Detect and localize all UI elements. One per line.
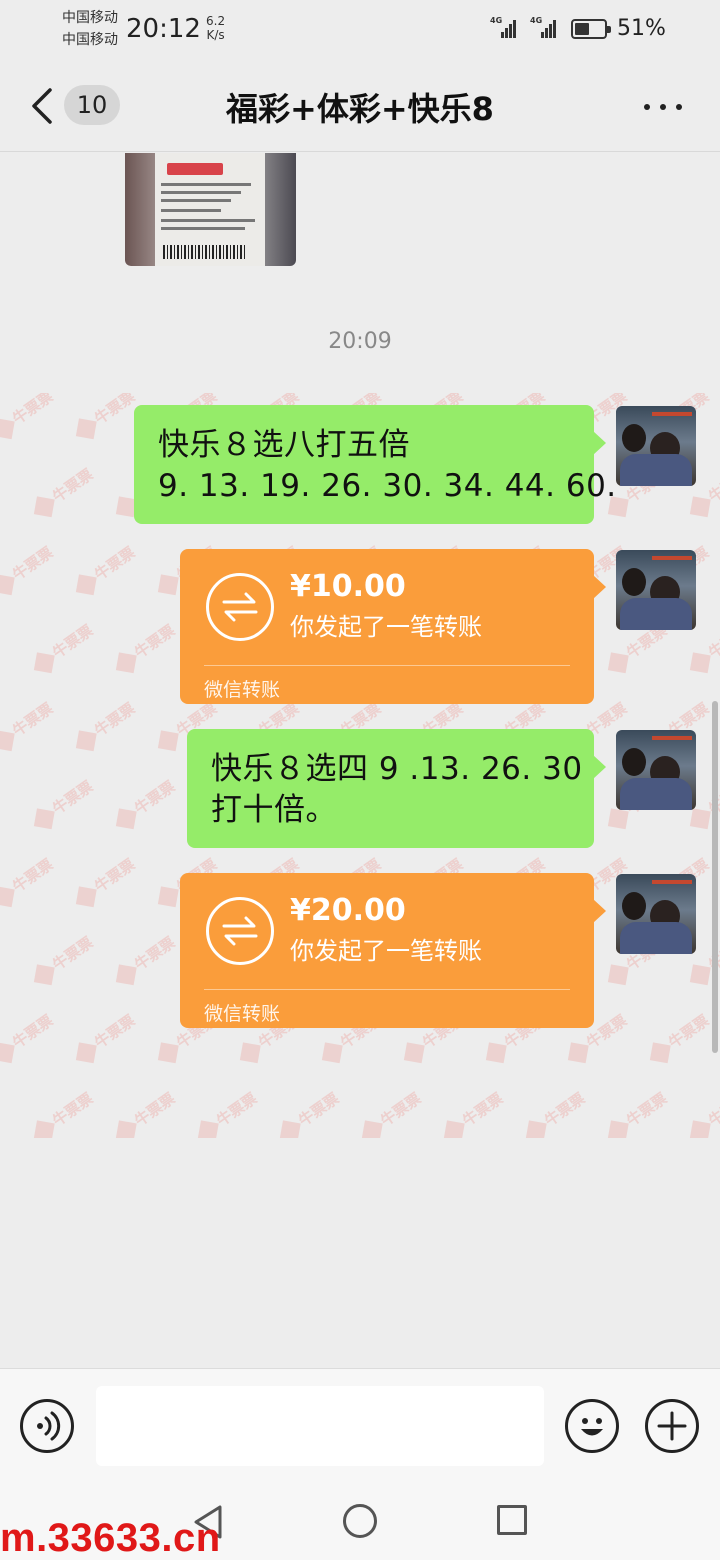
transfer-amount: ¥10.00 xyxy=(290,569,406,604)
avatar[interactable] xyxy=(616,550,696,630)
watermark-text: 牛票票 xyxy=(112,1088,179,1138)
status-time: 20:12 xyxy=(126,14,201,44)
chat-title: 福彩+体彩+快乐8 xyxy=(226,90,494,128)
watermark-text: 牛票票 xyxy=(358,1088,425,1138)
watermark-text: 牛票票 xyxy=(72,1010,139,1066)
text-message[interactable]: 快乐８选四 9 .13. 26. 30 打十倍。 xyxy=(187,729,606,848)
plus-icon xyxy=(657,1411,687,1441)
watermark-text: 牛票票 xyxy=(30,932,97,988)
watermark-text: 牛票票 xyxy=(30,464,97,520)
watermark-text: 牛票票 xyxy=(30,620,97,676)
transfer-description: 你发起了一笔转账 xyxy=(290,937,482,965)
chevron-left-icon xyxy=(32,88,52,124)
watermark-text: 牛票票 xyxy=(276,1088,343,1138)
unread-count-badge[interactable]: 10 xyxy=(64,85,120,125)
avatar[interactable] xyxy=(616,730,696,810)
battery-icon xyxy=(571,19,611,39)
nav-recent-icon[interactable] xyxy=(497,1505,527,1535)
more-button[interactable] xyxy=(636,88,690,124)
back-button[interactable] xyxy=(26,86,62,126)
emoji-icon xyxy=(581,1418,603,1436)
plus-button[interactable] xyxy=(645,1399,699,1453)
voice-icon xyxy=(37,1411,61,1441)
avatar[interactable] xyxy=(616,406,696,486)
chat-scrollbar[interactable] xyxy=(712,701,718,1053)
watermark-text: 牛票票 xyxy=(112,620,179,676)
emoji-button[interactable] xyxy=(565,1399,619,1453)
signal-2-label: 4G xyxy=(530,16,543,25)
signal-1-label: 4G xyxy=(490,16,503,25)
watermark-text: 牛票票 xyxy=(112,932,179,988)
battery-fill xyxy=(575,23,589,35)
status-bar: 中国移动 中国移动 20:12 6.2 K/s 4G 4G 51% xyxy=(0,0,720,60)
transfer-arrows-icon xyxy=(206,897,274,965)
net-speed-value: 6.2 xyxy=(206,14,226,28)
carrier-1: 中国移动 xyxy=(62,10,118,26)
watermark-text: 牛票票 xyxy=(522,1088,589,1138)
lottery-logo-icon xyxy=(167,163,223,175)
nav-home-icon[interactable] xyxy=(343,1504,377,1538)
watermark-text: 牛票票 xyxy=(604,1088,671,1138)
carrier-2: 中国移动 xyxy=(62,32,118,48)
transfer-divider xyxy=(204,665,570,666)
transfer-amount: ¥20.00 xyxy=(290,893,406,928)
watermark-text: 牛票票 xyxy=(0,1010,57,1066)
net-speed: 6.2 K/s xyxy=(206,14,225,42)
transfer-label: 微信转账 xyxy=(204,679,281,701)
barcode-icon xyxy=(163,245,245,259)
input-bar xyxy=(0,1368,720,1480)
transfer-card[interactable]: ¥10.00 你发起了一笔转账 微信转账 xyxy=(180,549,606,704)
watermark-text: 牛票票 xyxy=(30,1088,97,1138)
battery-percent: 51% xyxy=(617,16,666,41)
avatar[interactable] xyxy=(616,874,696,954)
watermark-text: 牛票票 xyxy=(30,776,97,832)
watermark-text: 牛票票 xyxy=(440,1088,507,1138)
chat-header: 10 福彩+体彩+快乐8 xyxy=(0,60,720,152)
watermark-text: 牛票票 xyxy=(194,1088,261,1138)
watermark-text: 牛票票 xyxy=(72,542,139,598)
transfer-card[interactable]: ¥20.00 你发起了一笔转账 微信转账 xyxy=(180,873,606,1028)
transfer-divider xyxy=(204,989,570,990)
watermark-text: 牛票票 xyxy=(72,698,139,754)
watermark-text: 牛票票 xyxy=(0,542,57,598)
watermark-text: 牛票票 xyxy=(112,776,179,832)
chat-area[interactable]: 牛票票 牛票票 牛票票 牛票票 牛票票 牛票票 牛票票 牛票票 牛票票 牛票票 牛票票 牛票票 牛票票牛… xyxy=(0,153,720,1368)
more-dots-icon xyxy=(644,104,650,110)
text-message[interactable]: 快乐８选八打五倍 9. 13. 19. 26. 30. 34. 44. 60. xyxy=(134,405,617,524)
watermark-text: 牛票票 xyxy=(0,393,57,441)
watermark-text: 牛票票 xyxy=(72,854,139,910)
watermark-text: 牛票票 xyxy=(0,854,57,910)
url-watermark: m.33633.cn xyxy=(0,1516,221,1560)
message-text: 快乐８选四 9 .13. 26. 30 打十倍。 xyxy=(211,751,583,828)
receipt-photo[interactable] xyxy=(125,153,296,266)
signal-1-icon: 4G xyxy=(490,16,518,38)
watermark-text: 牛票票 xyxy=(72,393,139,441)
signal-2-icon: 4G xyxy=(530,16,558,38)
message-text: 快乐８选八打五倍 9. 13. 19. 26. 30. 34. 44. 60. xyxy=(158,427,617,504)
watermark-text: 牛票票 xyxy=(0,698,57,754)
message-input[interactable] xyxy=(96,1386,544,1466)
message-timestamp: 20:09 xyxy=(328,329,392,354)
transfer-label: 微信转账 xyxy=(204,1003,281,1025)
watermark-text: 牛票票 xyxy=(646,1010,713,1066)
net-speed-unit: K/s xyxy=(206,28,225,42)
transfer-arrows-icon xyxy=(206,573,274,641)
watermark-text: 牛票票 xyxy=(686,1088,720,1138)
voice-button[interactable] xyxy=(20,1399,74,1453)
transfer-description: 你发起了一笔转账 xyxy=(290,613,482,641)
